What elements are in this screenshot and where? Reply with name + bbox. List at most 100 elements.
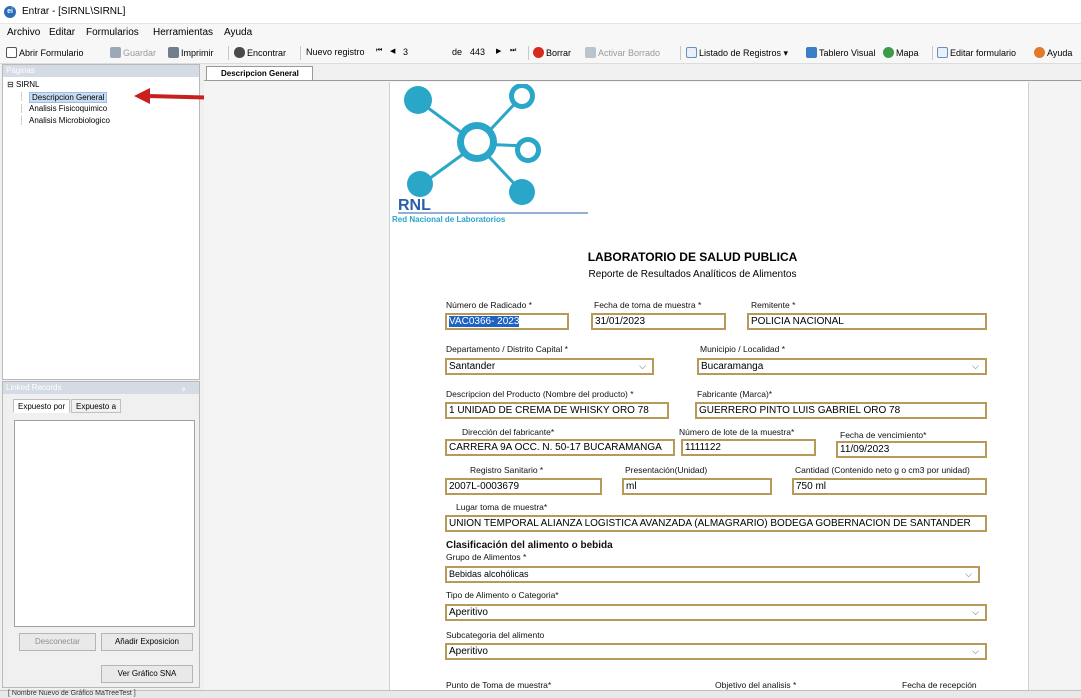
form-subheading: Reporte de Resultados Analíticos de Alim… bbox=[588, 269, 797, 280]
toolbar-separator bbox=[228, 46, 229, 60]
label-departamento: Departamento / Distrito Capital * bbox=[446, 344, 568, 354]
registro-sanitario-field[interactable]: 2007L-0003679 bbox=[445, 478, 602, 495]
descripcion-producto-field[interactable]: 1 UNIDAD DE CREMA DE WHISKY ORO 78 bbox=[445, 402, 669, 419]
first-record-button[interactable]: ⏮ bbox=[376, 47, 382, 55]
label-subcategoria: Subcategoria del alimento bbox=[446, 630, 545, 640]
pages-header: Páginas bbox=[3, 65, 199, 77]
collapse-icon[interactable]: ⊟ bbox=[7, 80, 16, 89]
label-registro-sanitario: Registro Sanitario * bbox=[470, 465, 544, 475]
label-cantidad: Cantidad (Contenido neto g o cm3 por uni… bbox=[795, 465, 970, 475]
form-page: RNL Red Nacional de Laboratorios LABORAT… bbox=[389, 82, 1029, 694]
remitente-field[interactable]: POLICIA NACIONAL bbox=[747, 313, 987, 330]
chevron-down-icon: ⌵ bbox=[965, 569, 972, 579]
tipo-alimento-select[interactable]: Aperitivo ⌵ bbox=[445, 604, 987, 621]
menu-herramientas[interactable]: Herramientas bbox=[153, 27, 213, 38]
printer-icon bbox=[168, 47, 179, 58]
print-button[interactable]: Imprimir bbox=[168, 47, 214, 58]
status-bar: [ Nombre Nuevo de Gráfico MaTreeTest ] bbox=[0, 690, 1081, 698]
record-number-input[interactable]: 3 bbox=[403, 47, 408, 57]
tab-descripcion-general[interactable]: Descripcion General bbox=[206, 66, 313, 80]
label-descripcion-producto: Descripcion del Producto (Nombre del pro… bbox=[446, 389, 634, 399]
label-tipo-alimento: Tipo de Alimento o Categoria* bbox=[446, 590, 559, 600]
label-fecha-vencimiento: Fecha de vencimiento* bbox=[840, 430, 927, 440]
record-total: 443 bbox=[470, 47, 486, 57]
lugar-toma-field[interactable]: UNION TEMPORAL ALIANZA LOGISTICA AVANZAD… bbox=[445, 515, 987, 532]
section-clasificacion: Clasificación del alimento o bebida bbox=[446, 540, 613, 551]
cantidad-field[interactable]: 750 ml bbox=[792, 478, 987, 495]
menu-bar: Archivo Editar Formularios Herramientas … bbox=[0, 24, 1081, 42]
numero-lote-field[interactable]: 1111122 bbox=[681, 439, 816, 456]
dashboard-button[interactable]: Tablero Visual bbox=[806, 47, 875, 58]
title-bar: ei Entrar - [SIRNL\SIRNL] bbox=[0, 0, 1081, 24]
bar-chart-icon bbox=[806, 47, 817, 58]
menu-formularios[interactable]: Formularios bbox=[86, 27, 139, 38]
fecha-toma-field[interactable]: 31/01/2023 bbox=[591, 313, 726, 330]
undo-arrow-icon bbox=[585, 47, 596, 58]
grupo-alimentos-select[interactable]: Bebidas alcohólicas ⌵ bbox=[445, 566, 980, 583]
tree-root[interactable]: ⊟ SIRNL bbox=[7, 80, 40, 89]
label-presentacion: Presentación(Unidad) bbox=[625, 465, 708, 475]
help-button[interactable]: Ayuda bbox=[1034, 47, 1072, 58]
form-icon bbox=[937, 47, 948, 58]
delete-icon bbox=[533, 47, 544, 58]
map-button[interactable]: Mapa bbox=[883, 47, 919, 58]
open-form-button[interactable]: Abrir Formulario bbox=[6, 47, 84, 58]
lifebuoy-icon bbox=[1034, 47, 1045, 58]
tree-item-analisis-fisicoquimico[interactable]: Analisis Fisicoquimico bbox=[29, 104, 107, 113]
save-button[interactable]: Guardar bbox=[110, 47, 156, 58]
tree-item-analisis-microbiologico[interactable]: Analisis Microbiologico bbox=[29, 116, 110, 125]
last-record-button[interactable]: ⏭ bbox=[510, 47, 516, 55]
view-sna-graph-button[interactable]: Ver Gráfico SNA bbox=[101, 665, 193, 683]
toolbar-separator bbox=[932, 46, 933, 60]
record-of-label: de bbox=[452, 47, 463, 57]
status-text: [ Nombre Nuevo de Gráfico MaTreeTest ] bbox=[8, 690, 136, 697]
new-record-button[interactable]: Nuevo registro bbox=[306, 47, 365, 57]
chevron-down-icon: ⌵ bbox=[972, 646, 979, 656]
linked-records-list[interactable] bbox=[14, 420, 195, 627]
subcategoria-select[interactable]: Aperitivo ⌵ bbox=[445, 643, 987, 660]
menu-editar[interactable]: Editar bbox=[49, 27, 75, 38]
presentacion-field[interactable]: ml bbox=[622, 478, 772, 495]
label-remitente: Remitente * bbox=[751, 300, 796, 310]
disconnect-button[interactable]: Desconectar bbox=[19, 633, 96, 651]
prev-record-button[interactable]: ◀ bbox=[390, 47, 395, 55]
list-icon bbox=[686, 47, 697, 58]
save-icon bbox=[110, 47, 121, 58]
label-numero-lote: Número de lote de la muestra* bbox=[679, 427, 795, 437]
toolbar-separator bbox=[300, 46, 301, 60]
chevron-down-icon: ⌵ bbox=[972, 607, 979, 617]
record-list-button[interactable]: Listado de Registros ▾ bbox=[686, 47, 788, 59]
next-record-button[interactable]: ▶ bbox=[496, 47, 501, 55]
tab-expuesto-por[interactable]: Expuesto por bbox=[13, 399, 71, 413]
undelete-button[interactable]: Activar Borrado bbox=[585, 47, 660, 58]
label-fecha-toma: Fecha de toma de muestra * bbox=[594, 300, 702, 310]
municipio-select[interactable]: Bucaramanga ⌵ bbox=[697, 358, 987, 375]
menu-ayuda[interactable]: Ayuda bbox=[224, 27, 252, 38]
tree-branch-line: ┊ bbox=[19, 116, 24, 125]
numero-radicado-field[interactable]: VAC0366- 2023 bbox=[445, 313, 569, 330]
toolbar-separator bbox=[528, 46, 529, 60]
label-fabricante: Fabricante (Marca)* bbox=[697, 389, 773, 399]
tree-item-descripcion-general[interactable]: Descripcion General bbox=[29, 92, 108, 103]
add-exposure-button[interactable]: Añadir Exposicion bbox=[101, 633, 193, 651]
open-form-icon bbox=[6, 47, 17, 58]
edit-form-button[interactable]: Editar formulario bbox=[937, 47, 1016, 58]
direccion-fabricante-field[interactable]: CARRERA 9A OCC. N. 50-17 BUCARAMANGA bbox=[445, 439, 675, 456]
label-direccion-fabricante: Dirección del fabricante* bbox=[462, 427, 555, 437]
rnl-logo: RNL Red Nacional de Laboratorios bbox=[392, 84, 588, 224]
departamento-select[interactable]: Santander ⌵ bbox=[445, 358, 654, 375]
tab-expuesto-a[interactable]: Expuesto a bbox=[71, 399, 122, 413]
globe-icon bbox=[883, 47, 894, 58]
menu-archivo[interactable]: Archivo bbox=[7, 27, 40, 38]
tree-branch-line: ┊ bbox=[19, 104, 24, 113]
tree-branch-line: ┊ bbox=[19, 92, 24, 101]
label-numero-radicado: Número de Radicado * bbox=[446, 300, 532, 310]
fabricante-field[interactable]: GUERRERO PINTO LUIS GABRIEL ORO 78 bbox=[695, 402, 987, 419]
logo-full-name: Red Nacional de Laboratorios bbox=[392, 215, 506, 224]
pin-icon[interactable]: ᵩ bbox=[181, 382, 185, 394]
find-button[interactable]: Encontrar bbox=[234, 47, 286, 58]
form-heading: LABORATORIO DE SALUD PUBLICA bbox=[587, 250, 798, 264]
delete-button[interactable]: Borrar bbox=[533, 47, 571, 58]
fecha-vencimiento-field[interactable]: 11/09/2023 bbox=[836, 441, 987, 458]
label-punto-toma: Punto de Toma de muestra* bbox=[446, 680, 552, 690]
